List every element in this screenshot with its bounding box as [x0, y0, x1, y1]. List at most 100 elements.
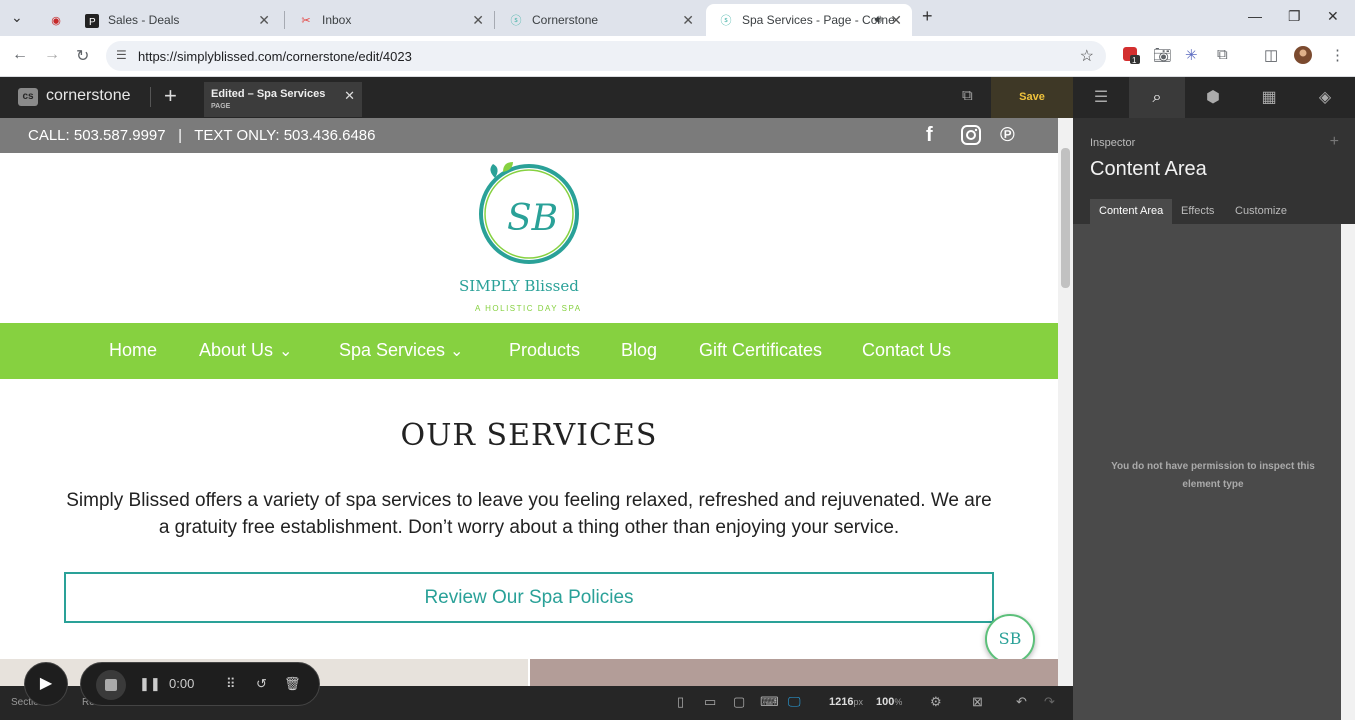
target-icon: ◉ [51, 14, 61, 27]
code-editor-icon[interactable]: ⊠ [972, 694, 983, 710]
close-icon[interactable]: ✕ [258, 12, 270, 29]
close-icon[interactable]: ✕ [890, 12, 902, 29]
recorder-camera-button[interactable]: ▶︎ [24, 662, 68, 706]
outline-list-icon[interactable]: ☰ [1073, 77, 1129, 118]
device-laptop-icon[interactable]: ⌨ [760, 694, 779, 710]
logo-tagline: A HOLISTIC DAY SPA [475, 304, 582, 313]
tab-customize[interactable]: Customize [1226, 199, 1296, 224]
menu-item-about-us[interactable]: About Us [199, 340, 273, 361]
inspect-search-icon[interactable]: ⌕ [1129, 77, 1185, 118]
close-icon[interactable]: ✕ [344, 88, 355, 104]
settings-gear-icon[interactable]: ⚙ [930, 694, 942, 710]
browser-tab-inbox[interactable]: ✂ Inbox ✕ [286, 4, 494, 36]
sidepanel-icon[interactable]: ◫ [1264, 46, 1278, 64]
extension-star-icon[interactable]: ✳ [1185, 46, 1198, 64]
logo-brand-text: SIMPLY Blissed [459, 277, 579, 295]
inspector-panel: Inspector + Content Area Content Area Ef… [1073, 118, 1355, 720]
tab-effects[interactable]: Effects [1172, 199, 1223, 224]
elements-cube-icon[interactable]: ⬢ [1185, 77, 1241, 118]
sb-chat-badge[interactable]: SB [985, 614, 1035, 664]
omnibox[interactable]: ☰ https://simplyblissed.com/cornerstone/… [106, 41, 1106, 71]
bookmark-star-icon[interactable]: ☆ [1080, 46, 1094, 66]
menu-item-spa-services[interactable]: Spa Services [339, 340, 445, 361]
builder-panel-icons: ☰ ⌕ ⬢ ▦ ◈ [1073, 77, 1355, 118]
menu-item-home[interactable]: Home [109, 340, 157, 361]
menu-item-products[interactable]: Products [509, 340, 580, 361]
redo-icon[interactable]: ↷ [1044, 694, 1055, 710]
tab-content-area[interactable]: Content Area [1090, 199, 1173, 224]
open-external-icon[interactable]: ⧉ [962, 87, 973, 104]
puzzle-icon[interactable]: ⧉ [1217, 46, 1228, 63]
profile-avatar-icon[interactable] [1294, 46, 1312, 68]
menu-item-blog[interactable]: Blog [621, 340, 657, 361]
sb-favicon-icon: ⓢ [720, 15, 732, 27]
services-intro: Simply Blissed offers a variety of spa s… [66, 490, 992, 538]
stop-recording-button[interactable] [96, 670, 126, 700]
device-tablet-icon[interactable]: ▢ [733, 694, 745, 710]
pinterest-icon[interactable]: ℗ [1000, 124, 1015, 147]
address-bar: ← → ↻ ☰ https://simplyblissed.com/corner… [0, 36, 1355, 77]
drag-handle-icon[interactable]: ⠿ [226, 676, 236, 692]
preview-scrollbar[interactable] [1058, 118, 1073, 686]
save-button[interactable]: Save [991, 77, 1073, 118]
layout-icon[interactable]: ▦ [1241, 77, 1297, 118]
close-icon[interactable]: ✕ [472, 12, 484, 29]
svg-text:SB: SB [507, 198, 558, 239]
restore-icon[interactable]: ❐ [1288, 8, 1301, 25]
site-preview: CALL: 503.587.9997 | TEXT ONLY: 503.436.… [0, 118, 1058, 686]
device-desktop-icon[interactable]: 🖵︎ [788, 694, 801, 710]
url-text[interactable]: https://simplyblissed.com/cornerstone/ed… [138, 49, 412, 64]
trash-icon[interactable]: 🗑︎ [284, 676, 301, 692]
browser-tab-sales[interactable]: ◉ P Sales - Deals ✕ [36, 4, 280, 36]
instagram-icon[interactable] [960, 124, 982, 152]
canvas-zoom[interactable]: 100% [876, 696, 902, 708]
facebook-icon[interactable]: f [926, 124, 933, 147]
device-phone-icon[interactable]: ▯ [677, 694, 684, 710]
tab-search-icon[interactable]: ⌄ [11, 9, 23, 26]
simply-blissed-logo[interactable]: SB SIMPLY Blissed A HOLISTIC DAY SPA [455, 158, 603, 318]
forward-icon[interactable]: → [44, 46, 60, 64]
device-phone-landscape-icon[interactable]: ▭ [704, 694, 716, 710]
menu-item-gift-certificates[interactable]: Gift Certificates [699, 340, 822, 361]
canvas-width[interactable]: 1216px [829, 696, 863, 708]
service-image-right [530, 659, 1058, 686]
tab-title: Sales - Deals [108, 13, 180, 27]
restart-icon[interactable]: ↺ [256, 676, 267, 692]
inspector-scrollbar[interactable] [1341, 224, 1355, 720]
add-icon[interactable]: + [164, 83, 177, 109]
recording-timer: 0:00 [169, 676, 195, 691]
speaker-icon[interactable]: 🔊︎ [874, 12, 882, 27]
pin-icon[interactable]: + [1330, 133, 1339, 151]
new-tab-icon[interactable]: + [922, 6, 933, 27]
preview-scroll-thumb[interactable] [1061, 148, 1070, 288]
review-policies-button[interactable]: Review Our Spa Policies [64, 572, 994, 623]
browser-tab-spa-services[interactable]: ⓢ Spa Services - Page - Corne 🔊︎ ✕ [706, 4, 912, 36]
back-icon[interactable]: ← [12, 46, 28, 64]
inbox-app-icon: ✂ [301, 14, 311, 27]
reload-icon[interactable]: ↻ [76, 46, 89, 66]
cornerstone-logo-icon: cs [18, 88, 38, 106]
chevron-down-icon: ⌄ [279, 343, 293, 360]
pipedrive-icon: P [84, 13, 100, 29]
layers-icon[interactable]: ◈ [1297, 77, 1353, 118]
minimize-icon[interactable]: — [1248, 8, 1262, 24]
camera-icon[interactable]: 📷︎ [1153, 46, 1172, 64]
inspector-title: Content Area [1090, 158, 1207, 180]
window-close-icon[interactable]: ✕ [1327, 8, 1339, 25]
svg-text:1: 1 [1132, 56, 1137, 64]
edit-document-tab[interactable]: Edited – Spa Services PAGE ✕ [204, 82, 362, 117]
pause-icon[interactable]: ❚❚ [139, 676, 161, 692]
menu-item-contact-us[interactable]: Contact Us [862, 340, 951, 361]
menu-dots-icon[interactable]: ⋮ [1330, 46, 1345, 64]
undo-icon[interactable]: ↶ [1016, 694, 1027, 710]
chevron-down-icon: ⌄ [450, 343, 464, 360]
site-main-menu: Home About Us ⌄ Spa Services ⌄ Products … [0, 323, 1058, 379]
close-icon[interactable]: ✕ [682, 12, 694, 29]
extension-red-icon[interactable]: 1 [1122, 46, 1140, 68]
edit-tab-title: Edited – Spa Services [211, 88, 326, 100]
site-info-icon[interactable]: ☰ [116, 48, 127, 62]
tab-title: Spa Services - Page - Corne [742, 13, 895, 27]
browser-tab-cornerstone[interactable]: ⓢ Cornerstone ✕ [496, 4, 704, 36]
tab-title: Inbox [322, 13, 352, 27]
site-top-strip: CALL: 503.587.9997 | TEXT ONLY: 503.436.… [0, 118, 1058, 153]
